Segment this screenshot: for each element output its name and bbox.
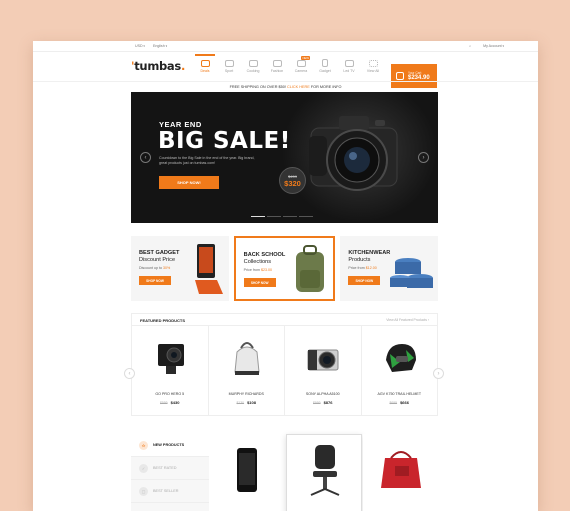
- hero-headline: BIG SALE!: [158, 128, 291, 154]
- product-card[interactable]: AGV K750 TRAIL HELMET $699 $666: [362, 326, 438, 416]
- nav-item-led-tv[interactable]: Led TV: [337, 52, 361, 80]
- language-select[interactable]: English: [153, 44, 167, 48]
- gopro-image: [158, 344, 184, 374]
- hero-shop-now-button[interactable]: SHOP NOW!: [159, 176, 219, 189]
- product-card[interactable]: [286, 434, 362, 511]
- thumb-icon: ✓: [139, 463, 148, 473]
- hero-slider: ‹ › YEAR END BIG SALE! Countdown to the …: [131, 92, 438, 223]
- hero-description: Countdown to the Big Sale in the end of …: [159, 156, 255, 166]
- phone-image: [195, 244, 223, 294]
- featured-prev-arrow[interactable]: ‹: [124, 368, 135, 379]
- kettle-image: [233, 342, 260, 375]
- shipping-banner: FREE SHIPPING ON OVER $50! CLICK HERE FO…: [33, 81, 538, 89]
- shop-now-button[interactable]: SHOP NOW: [243, 278, 276, 287]
- nav-item-deals[interactable]: Deals: [193, 52, 217, 80]
- category-nav: Deals Sport Cooking Fashion NEW Camera Ga…: [193, 52, 385, 80]
- slider-dots[interactable]: [251, 215, 313, 217]
- shipping-info-link[interactable]: CLICK HERE: [287, 85, 310, 89]
- view-all-link[interactable]: View All Featured Products ›: [386, 318, 429, 322]
- prev-slide-arrow[interactable]: ‹: [140, 152, 151, 163]
- nav-item-fashion[interactable]: Fashion: [265, 52, 289, 80]
- backpack-image: [295, 245, 324, 292]
- promo-best-gadget[interactable]: BEST GADGET Discount Price Discount up to…: [131, 236, 229, 301]
- tv-icon: [344, 59, 354, 67]
- office-chair-image: [310, 445, 340, 496]
- product-card[interactable]: [209, 434, 285, 511]
- nav-item-sport[interactable]: Sport: [217, 52, 241, 80]
- section-title: FEATURED PRODUCTS: [140, 318, 186, 323]
- pots-image: [390, 258, 434, 288]
- product-tabs-section: ☆ NEW PRODUCTS ✓ BEST RATED ▢ BEST SELLER: [131, 434, 439, 511]
- product-card[interactable]: MURPHY RICHARDS $130 $108: [209, 326, 285, 416]
- smartphone-image: [237, 448, 257, 492]
- pot-icon: [248, 59, 258, 67]
- nav-item-cooking[interactable]: Cooking: [241, 52, 265, 80]
- sony-camera-image: [307, 349, 339, 371]
- promo-row: BEST GADGET Discount Price Discount up to…: [131, 236, 439, 301]
- bag-icon: [396, 72, 404, 80]
- bag-icon: ▢: [139, 486, 148, 496]
- my-account-link[interactable]: My Account: [483, 44, 504, 48]
- next-slide-arrow[interactable]: ›: [418, 152, 429, 163]
- helmet-image: [385, 344, 416, 372]
- nav-item-camera[interactable]: NEW Camera: [289, 52, 313, 80]
- bag-image: [381, 451, 421, 488]
- top-bar: USD English ⌕ My Account: [33, 41, 538, 52]
- product-card[interactable]: [363, 434, 439, 511]
- store-page: USD English ⌕ My Account 'tumbas. Deals …: [33, 41, 538, 511]
- logo[interactable]: 'tumbas.: [131, 59, 185, 73]
- tab-best-rated[interactable]: ✓ BEST RATED: [131, 457, 209, 480]
- featured-products: FEATURED PRODUCTS View All Featured Prod…: [131, 313, 438, 416]
- currency-select[interactable]: USD: [135, 44, 145, 48]
- product-card[interactable]: SONY ALPHA A5100 $999 $876: [285, 326, 362, 416]
- promo-back-school[interactable]: BACK SCHOOL Collections Price from $23.00…: [233, 236, 336, 301]
- product-tabs: ☆ NEW PRODUCTS ✓ BEST RATED ▢ BEST SELLER: [131, 434, 209, 511]
- nav-item-gadget[interactable]: Gadget: [313, 52, 337, 80]
- tag-icon: [200, 59, 210, 67]
- featured-next-arrow[interactable]: ›: [433, 368, 444, 379]
- camera-icon: [296, 59, 306, 67]
- shirt-icon: [272, 59, 282, 67]
- new-badge: NEW: [301, 56, 310, 60]
- bike-icon: [224, 59, 234, 67]
- hero-price-tag: $459 $320: [279, 167, 306, 194]
- star-icon: ☆: [139, 440, 148, 450]
- tab-new-products[interactable]: ☆ NEW PRODUCTS: [131, 434, 209, 457]
- shop-now-button[interactable]: SHOP NOW: [348, 276, 381, 285]
- promo-kitchenwear[interactable]: KITCHENWEAR Products Price from $12.00 SH…: [340, 236, 439, 301]
- cart-label: Your Cart: [408, 71, 422, 75]
- phone-icon: [322, 59, 328, 67]
- header: 'tumbas. Deals Sport Cooking Fashion NEW…: [33, 52, 538, 88]
- product-card[interactable]: GO PRO HERO 5 $599 $430: [132, 326, 209, 416]
- search-icon[interactable]: ⌕: [469, 44, 471, 48]
- camera-image: [309, 116, 398, 191]
- shop-now-button[interactable]: SHOP NOW: [139, 276, 171, 285]
- grid-icon: [368, 59, 378, 67]
- nav-item-view-all[interactable]: View All: [361, 52, 385, 80]
